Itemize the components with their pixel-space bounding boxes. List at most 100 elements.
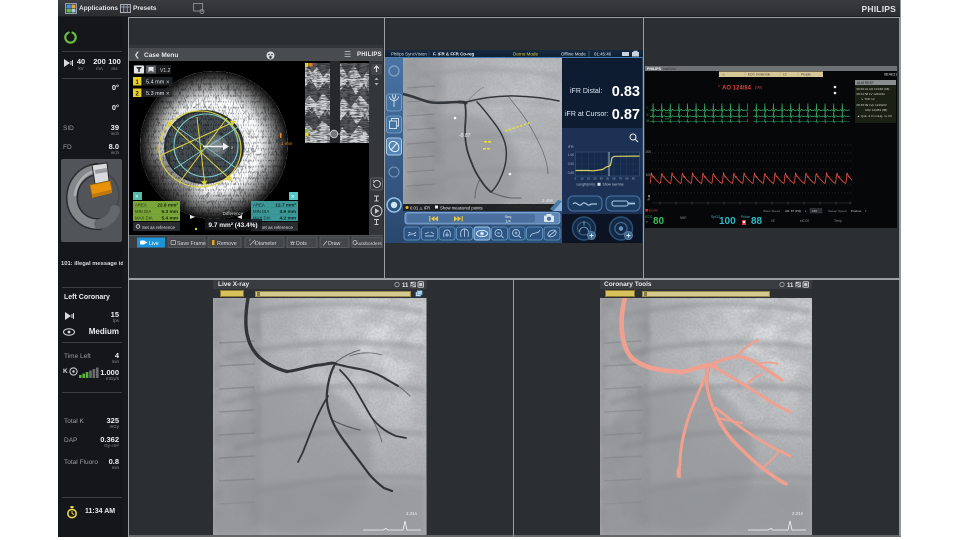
svg-text:iFR Distal:: iFR Distal:: [570, 88, 602, 95]
svg-text:MIN DIA: MIN DIA: [253, 209, 269, 214]
svg-text:9.7 mm² (43.4%): 9.7 mm² (43.4%): [208, 222, 257, 229]
svg-text:Length(mm): Length(mm): [577, 182, 595, 186]
svg-text:Set as reference: Set as reference: [142, 225, 176, 230]
svg-text:aVF: aVF: [665, 117, 670, 121]
svg-text:Protime: Protime: [851, 209, 862, 213]
svg-text:AOp 124/84 (98): AOp 124/84 (98): [865, 108, 887, 112]
svg-text:Dots: Dots: [296, 241, 307, 247]
svg-text:Demo Mode: Demo Mode: [513, 51, 538, 56]
svg-text:20: 20: [587, 176, 591, 180]
svg-text:11: 11: [402, 283, 409, 288]
svg-text:Wave Speed: Wave Speed: [763, 209, 780, 213]
svg-text:(98): (98): [755, 85, 763, 90]
svg-text:50: 50: [606, 176, 610, 180]
svg-text:MAX DIA: MAX DIA: [135, 216, 153, 221]
svg-text:▲ QvE -2.0 mmHg, nv C0: ▲ QvE -2.0 mmHg, nv C0: [857, 114, 892, 118]
svg-text:Remove: Remove: [217, 241, 237, 247]
svg-text:Pulse: Pulse: [741, 215, 750, 219]
svg-text:▾: ▾: [865, 209, 867, 213]
svg-text:I/E: I/E: [771, 219, 775, 223]
svg-text:08:46:44 AO 124/84 (98): 08:46:44 AO 124/84 (98): [857, 87, 890, 91]
svg-text:60: 60: [613, 176, 617, 180]
svg-text:▸: ▸: [805, 209, 807, 213]
svg-text:88: 88: [751, 216, 763, 227]
svg-text:5.3 mm: 5.3 mm: [146, 91, 165, 97]
svg-text:etCO2: etCO2: [800, 219, 809, 223]
svg-text:70: 70: [619, 176, 623, 180]
svg-text:MIN DIA: MIN DIA: [135, 209, 151, 214]
svg-text:40: 40: [600, 176, 604, 180]
svg-text:×: ×: [166, 91, 170, 97]
svg-text:Diameter: Diameter: [255, 241, 277, 247]
svg-text:Save Frame: Save Frame: [177, 241, 206, 247]
svg-text:100: 100: [719, 216, 736, 227]
svg-text:AREA: AREA: [253, 203, 265, 208]
svg-text:100: 100: [646, 173, 652, 177]
svg-text:ECG: ECG: [646, 215, 653, 219]
svg-text:ECG Underside: ECG Underside: [748, 73, 771, 77]
svg-text:Show measured points: Show measured points: [440, 206, 483, 211]
svg-text:30: 30: [593, 176, 597, 180]
svg-text:F. iFR & FFR Co-reg: F. iFR & FFR Co-reg: [433, 51, 475, 56]
svg-text:1mV: 1mV: [665, 111, 671, 115]
svg-text:-0.87: -0.87: [459, 133, 471, 139]
svg-text:PHILIPS: PHILIPS: [647, 67, 662, 71]
svg-text:1 mm: 1 mm: [281, 141, 293, 146]
svg-text:IntelliVue: IntelliVue: [663, 67, 676, 71]
svg-text:II: II: [647, 113, 649, 117]
svg-text:0.01 △ iFR: 0.01 △ iFR: [410, 206, 430, 211]
svg-text:11: 11: [787, 283, 794, 288]
svg-text:Autoborders: Autoborders: [356, 241, 383, 247]
svg-text:2.21s: 2.21s: [792, 511, 804, 516]
svg-text:0.90: 0.90: [568, 162, 574, 166]
svg-text:⚞: ⚞: [646, 220, 649, 224]
svg-text:08:45:09 LVp 124/0/22: 08:45:09 LVp 124/0/22: [857, 103, 887, 107]
svg-text:People: People: [801, 73, 811, 77]
svg-text:4.2 mm: 4.2 mm: [279, 216, 296, 222]
svg-text:ECAM: ECAM: [649, 209, 658, 213]
svg-text:V1.2: V1.2: [160, 68, 171, 74]
svg-text:Set as reference: Set as reference: [260, 225, 294, 230]
svg-text:1: 1: [718, 84, 720, 88]
svg-text:×: ×: [166, 80, 170, 86]
svg-text:Temp: Temp: [834, 219, 842, 223]
svg-text:↳ TOP 12: ↳ TOP 12: [861, 97, 875, 101]
svg-text:2.49s: 2.49s: [542, 198, 554, 203]
svg-text:08:44:58 LV 124/0/22: 08:44:58 LV 124/0/22: [857, 92, 886, 96]
svg-text:Philips SyncVision: Philips SyncVision: [391, 51, 427, 56]
svg-text:1.00: 1.00: [568, 153, 574, 157]
svg-text:0.87: 0.87: [612, 107, 640, 123]
svg-text:×: ×: [291, 194, 295, 200]
svg-text:150: 150: [812, 209, 817, 213]
svg-text:AREA: AREA: [135, 203, 147, 208]
svg-text:200: 200: [646, 150, 652, 154]
svg-text:×: ×: [135, 194, 139, 200]
svg-text:NBP: NBP: [680, 216, 687, 220]
svg-text:12: 12: [783, 73, 787, 77]
svg-text:0.80: 0.80: [568, 171, 574, 175]
svg-text:5.4 mm: 5.4 mm: [161, 216, 178, 222]
svg-text:2.21s: 2.21s: [406, 511, 418, 516]
svg-text:0.83: 0.83: [612, 84, 640, 100]
svg-text:5.4 mm: 5.4 mm: [146, 80, 165, 86]
svg-text:80: 80: [653, 216, 665, 227]
svg-text:90: 90: [632, 176, 636, 180]
svg-text:Seq: Seq: [505, 215, 512, 219]
svg-text:80: 80: [625, 176, 629, 180]
svg-text:Live: Live: [149, 241, 159, 247]
svg-text:Show raw line: Show raw line: [603, 182, 624, 186]
svg-text:III: III: [647, 119, 650, 123]
svg-text:iFR: iFR: [568, 145, 574, 149]
svg-text:10: 10: [581, 176, 585, 180]
svg-text:Sweep Speed: Sweep Speed: [828, 209, 847, 213]
svg-text:Difference: Difference: [223, 211, 244, 216]
svg-text:AO 124/84: AO 124/84: [722, 86, 752, 92]
svg-text:ALM REST: ALM REST: [857, 81, 874, 85]
svg-text:08:48:21: 08:48:21: [884, 73, 897, 77]
svg-text:01:45:46: 01:45:46: [594, 51, 612, 56]
svg-text:Draw: Draw: [328, 241, 341, 247]
svg-text:Offline Mode: Offline Mode: [561, 51, 586, 56]
svg-text:iFR at Cursor:: iFR at Cursor:: [565, 111, 609, 118]
svg-text:I: I: [647, 106, 648, 110]
svg-text:AR: 87 (PR): AR: 87 (PR): [785, 209, 801, 213]
